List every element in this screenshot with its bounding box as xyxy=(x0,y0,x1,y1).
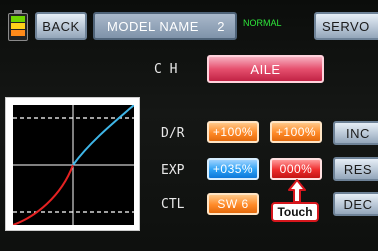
battery-level-mid xyxy=(11,23,25,29)
dual-rate-left-value: +100% xyxy=(212,125,254,139)
curve-positive-segment xyxy=(72,105,134,166)
control-label: CTL xyxy=(161,197,185,212)
dual-rate-left-button[interactable]: +100% xyxy=(207,121,259,143)
reset-button-label: RES xyxy=(343,161,373,177)
back-button-label: BACK xyxy=(42,18,80,34)
model-name-label: MODEL NAME xyxy=(107,18,199,34)
channel-select-button[interactable]: AILE xyxy=(207,55,324,83)
curve-plot-area xyxy=(13,105,134,225)
model-number: 2 xyxy=(217,18,225,34)
flight-mode-label: NORMAL xyxy=(243,18,282,28)
model-name-display[interactable]: MODEL NAME 2 xyxy=(93,12,237,40)
decrease-button[interactable]: DEC xyxy=(333,192,378,216)
increase-button-label: INC xyxy=(346,125,370,141)
battery-icon xyxy=(8,10,28,41)
back-button[interactable]: BACK xyxy=(35,12,87,40)
servo-button[interactable]: SERVO xyxy=(314,12,378,40)
servo-button-label: SERVO xyxy=(322,18,370,34)
model-screen: BACK MODEL NAME 2 NORMAL SERVO C H AILE … xyxy=(0,0,378,251)
touch-annotation: Touch xyxy=(271,202,319,222)
expo-left-button[interactable]: +035% xyxy=(207,158,259,180)
channel-label: C H xyxy=(154,62,178,77)
curve-negative-segment xyxy=(13,164,74,225)
channel-value: AILE xyxy=(250,61,281,77)
dual-rate-label: D/R xyxy=(161,126,185,141)
up-arrow-icon xyxy=(288,179,306,203)
control-switch-button[interactable]: SW 6 xyxy=(207,193,259,215)
increase-button[interactable]: INC xyxy=(333,121,378,145)
expo-label: EXP xyxy=(161,163,185,178)
battery-level-high xyxy=(11,16,25,22)
dual-rate-right-button[interactable]: +100% xyxy=(270,121,322,143)
expo-right-button[interactable]: 000% xyxy=(270,158,322,180)
expo-left-value: +035% xyxy=(212,162,254,176)
dual-rate-right-value: +100% xyxy=(275,125,317,139)
control-switch-value: SW 6 xyxy=(217,197,249,211)
dual-rate-curve-graph xyxy=(5,97,140,231)
expo-right-value: 000% xyxy=(279,162,313,176)
curve-svg xyxy=(13,105,134,225)
decrease-button-label: DEC xyxy=(343,196,373,212)
reset-button[interactable]: RES xyxy=(333,157,378,181)
battery-level-low xyxy=(11,30,25,36)
touch-annotation-label: Touch xyxy=(277,205,313,219)
